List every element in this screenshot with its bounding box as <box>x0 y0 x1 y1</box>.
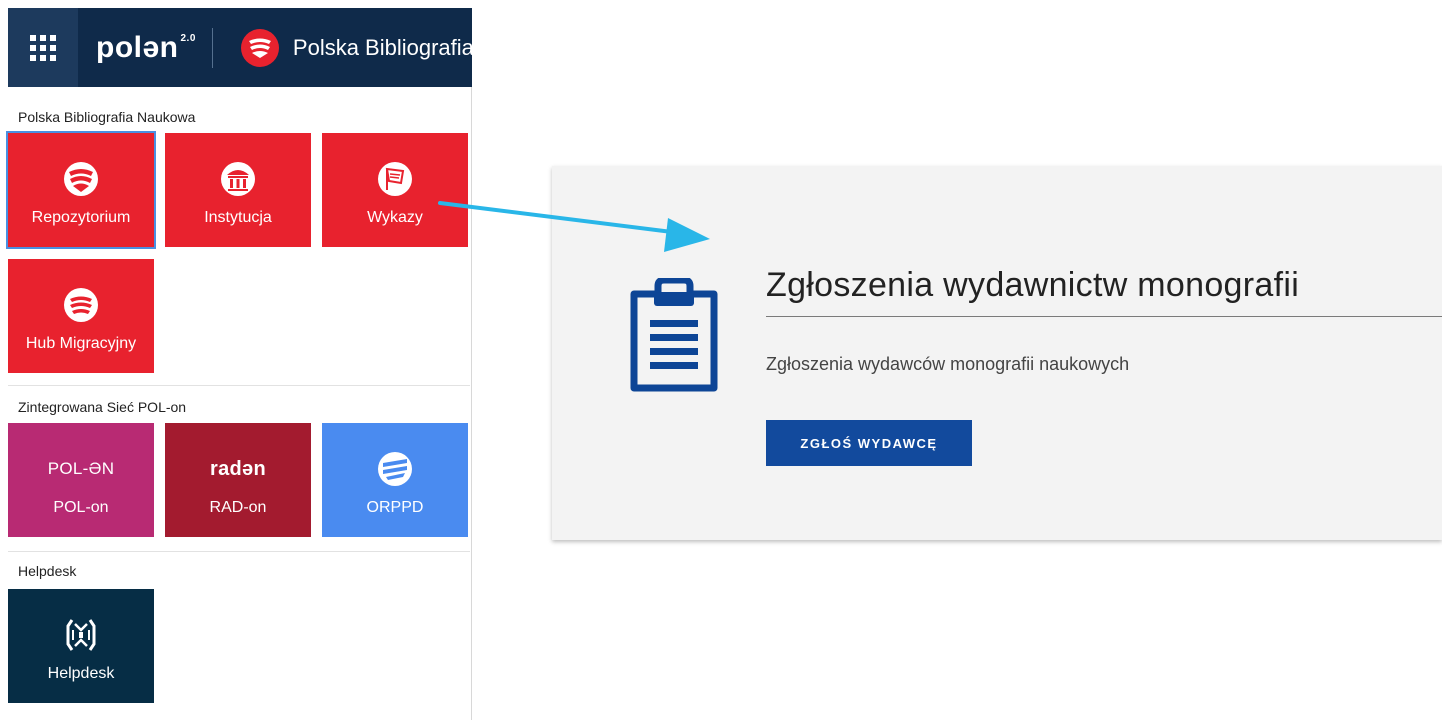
annotation-arrow-icon <box>438 201 710 252</box>
screen: polən 2.0 Polska Bibliografia Naukowa Po… <box>0 0 1442 720</box>
